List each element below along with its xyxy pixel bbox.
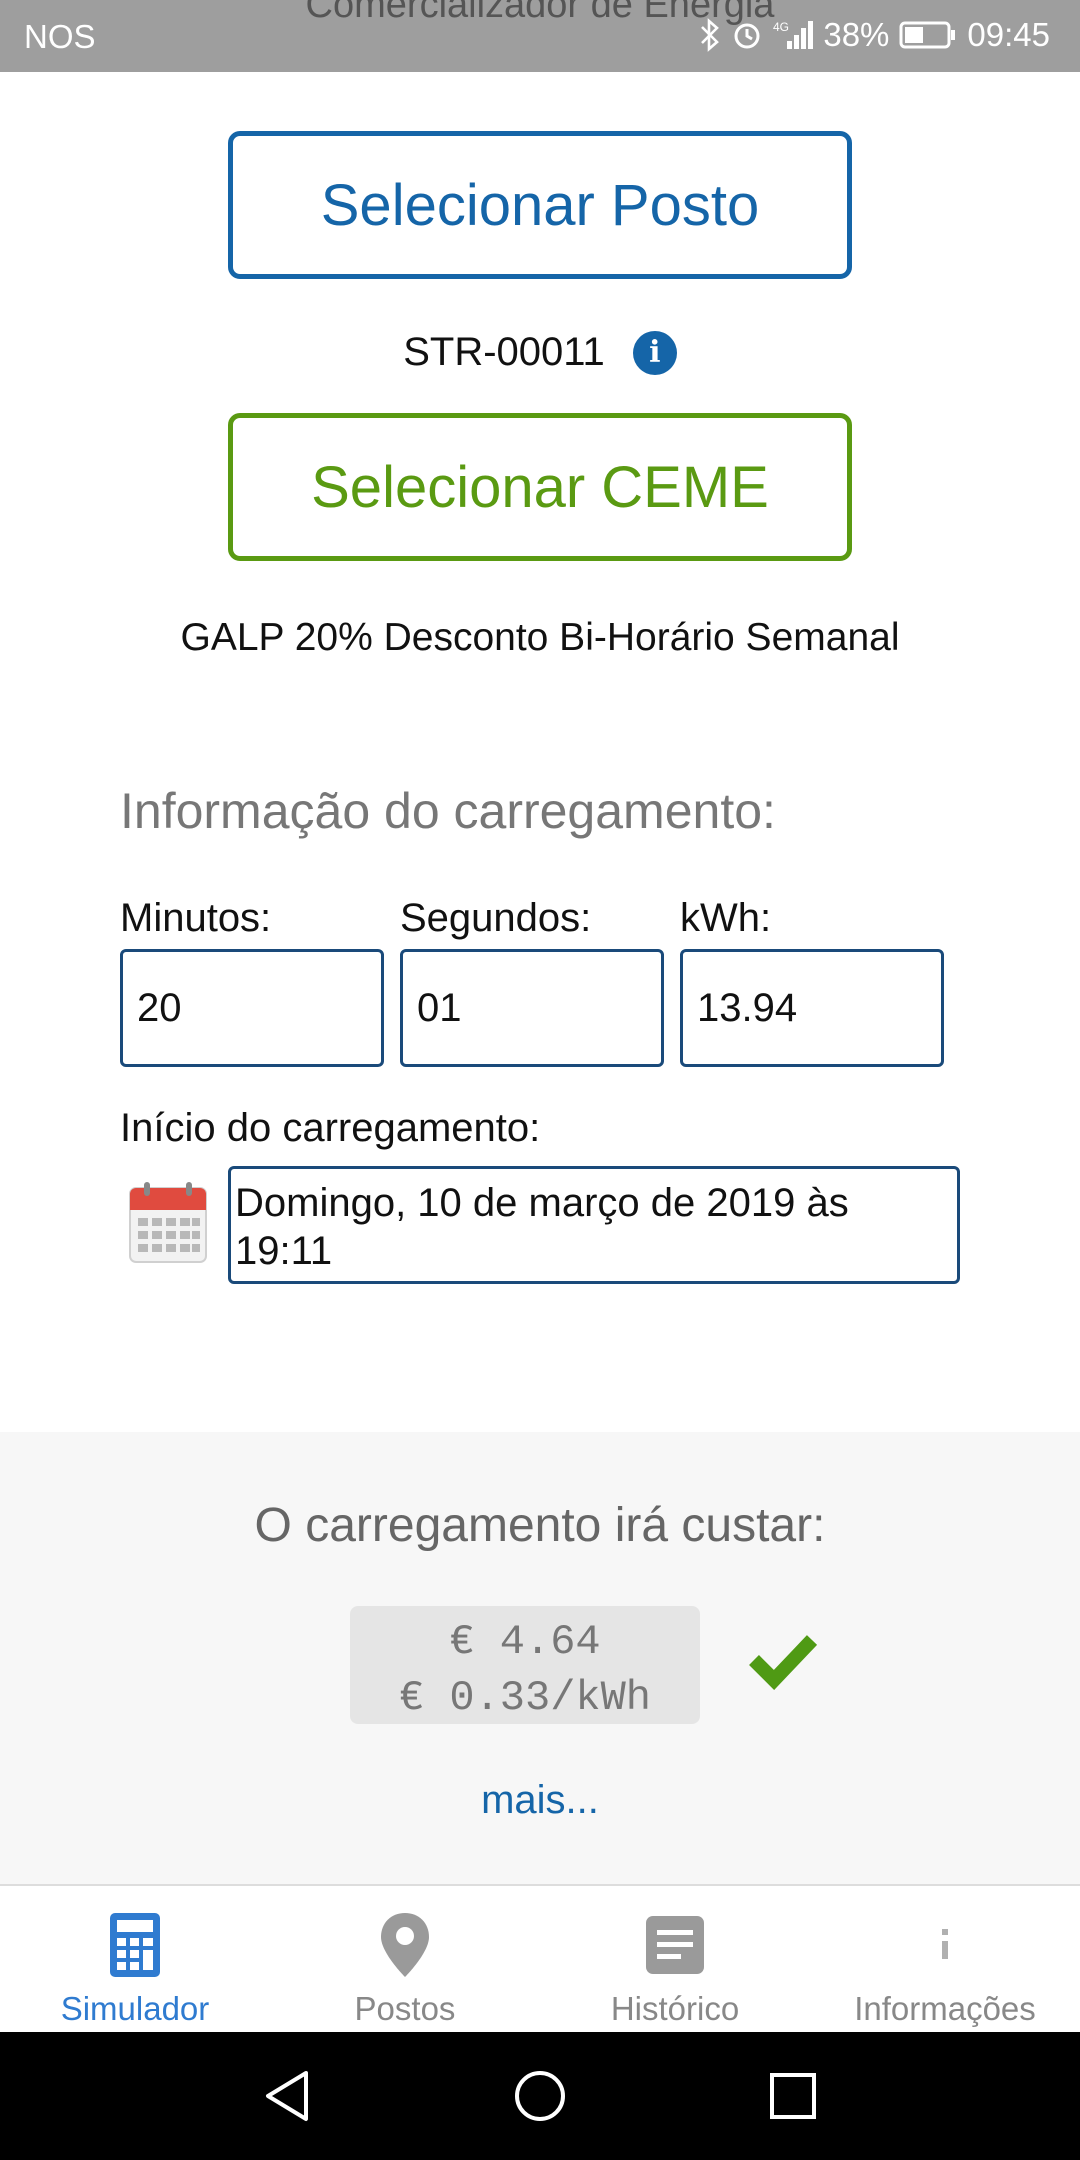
alarm-icon <box>731 19 763 51</box>
seconds-label: Segundos: <box>400 896 592 940</box>
nav-informacoes[interactable]: Informações <box>810 1886 1080 2032</box>
start-datetime-field[interactable]: Domingo, 10 de março de 2019 às 19:11 <box>228 1166 960 1284</box>
status-icons: 4G 38% 09:45 <box>699 16 1050 54</box>
station-id: STR-00011 <box>403 330 605 374</box>
cost-total: € 4.64 <box>449 1618 601 1666</box>
back-icon[interactable] <box>252 2061 322 2131</box>
carrier-name: NOS <box>24 18 96 55</box>
station-info-icon[interactable]: i <box>632 330 677 375</box>
charging-info-title: Informação do carregamento: <box>120 783 776 839</box>
system-nav-bar <box>0 2032 1080 2160</box>
nav-postos[interactable]: Postos <box>270 1886 540 2032</box>
cost-per-kwh: € 0.33/kWh <box>398 1674 652 1722</box>
home-icon[interactable] <box>505 2061 575 2131</box>
tariff-name: GALP 20% Desconto Bi-Horário Semanal <box>180 616 900 659</box>
nav-label-simulador: Simulador <box>60 1990 210 2027</box>
signal-icon: 4G <box>773 19 814 51</box>
battery-percent: 38% <box>823 16 890 53</box>
cost-title: O carregamento irá custar: <box>254 1499 826 1552</box>
nav-label-historico: Histórico <box>610 1990 740 2027</box>
more-link[interactable]: mais... <box>0 1778 1080 1823</box>
bottom-nav: Simulador Postos Histórico Informações <box>0 1884 1080 2032</box>
app-screen: Comercializador de Energia NOS 4G 38% 09… <box>0 0 1080 2160</box>
start-label: Início do carregamento: <box>120 1106 541 1150</box>
kwh-input[interactable] <box>680 949 944 1067</box>
calendar-icon[interactable] <box>128 1180 208 1264</box>
network-type: 4G <box>773 20 789 34</box>
bluetooth-icon <box>699 18 721 52</box>
minutes-input[interactable] <box>120 949 384 1067</box>
nav-label-postos: Postos <box>354 1990 456 2027</box>
nav-historico[interactable]: Histórico <box>540 1886 810 2032</box>
seconds-input[interactable] <box>400 949 664 1067</box>
map-pin-icon <box>370 1910 440 1980</box>
clock: 09:45 <box>967 16 1050 53</box>
nav-simulador[interactable]: Simulador <box>0 1886 270 2032</box>
info-icon <box>910 1910 980 1980</box>
minutes-label: Minutos: <box>120 896 272 940</box>
station-row: STR-00011 i <box>0 330 1080 375</box>
cost-panel: O carregamento irá custar: € 4.64 € 0.33… <box>0 1432 1080 1884</box>
checkmark-icon <box>748 1630 818 1691</box>
recents-icon[interactable] <box>758 2061 828 2131</box>
kwh-label: kWh: <box>680 896 772 940</box>
status-bar: Comercializador de Energia NOS 4G 38% 09… <box>0 0 1080 72</box>
nav-label-informacoes: Informações <box>854 1990 1036 2027</box>
select-ceme-button[interactable]: Selecionar CEME <box>228 413 852 561</box>
select-station-button[interactable]: Selecionar Posto <box>228 131 852 279</box>
battery-icon <box>899 20 957 50</box>
cost-box: € 4.64 € 0.33/kWh <box>350 1606 700 1724</box>
document-icon <box>640 1910 710 1980</box>
calculator-icon <box>100 1910 170 1980</box>
